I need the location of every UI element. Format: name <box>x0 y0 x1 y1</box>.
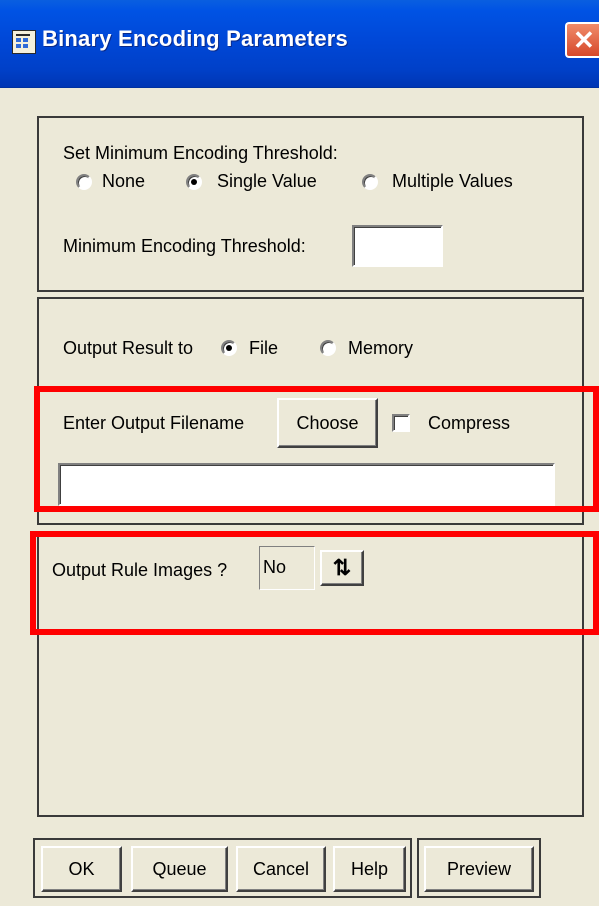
radio-none-label: None <box>102 171 146 191</box>
highlight-rule-images-box <box>30 531 599 635</box>
title-bar[interactable]: Binary Encoding Parameters ✕ <box>0 0 599 88</box>
app-window-icon <box>12 30 36 54</box>
help-button[interactable]: Help <box>333 846 406 892</box>
queue-button[interactable]: Queue <box>131 846 228 892</box>
radio-single-value[interactable] <box>186 174 202 190</box>
output-result-label: Output Result to <box>63 338 194 358</box>
close-button[interactable]: ✕ <box>565 22 599 58</box>
preview-button[interactable]: Preview <box>424 846 534 892</box>
window-title: Binary Encoding Parameters <box>42 26 348 51</box>
radio-single-value-label: Single Value <box>217 171 317 191</box>
min-threshold-label: Minimum Encoding Threshold: <box>63 236 306 256</box>
radio-multiple-values[interactable] <box>362 174 378 190</box>
cancel-button[interactable]: Cancel <box>236 846 326 892</box>
threshold-heading: Set Minimum Encoding Threshold: <box>63 143 338 163</box>
radio-memory-label: Memory <box>348 338 414 358</box>
ok-button[interactable]: OK <box>41 846 122 892</box>
close-icon: ✕ <box>573 25 595 55</box>
min-threshold-input[interactable] <box>352 225 443 267</box>
radio-file-label: File <box>249 338 279 358</box>
highlight-filename-box <box>34 386 599 512</box>
radio-multiple-values-label: Multiple Values <box>392 171 513 191</box>
radio-file[interactable] <box>221 340 237 356</box>
radio-memory[interactable] <box>320 340 336 356</box>
radio-none[interactable] <box>76 174 92 190</box>
